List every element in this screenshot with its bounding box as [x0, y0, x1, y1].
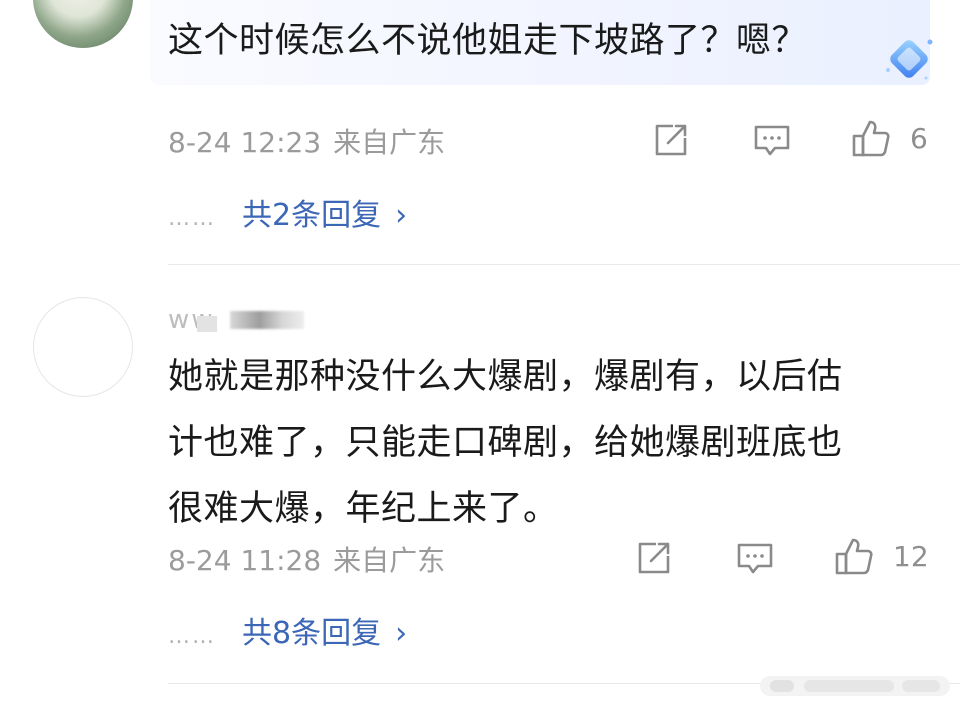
comment-icon[interactable] [752, 120, 792, 160]
thumbs-up-icon[interactable] [834, 536, 874, 576]
comment-meta: 8-24 12:23 来自广东 [168, 121, 445, 161]
share-icon[interactable] [634, 538, 674, 578]
ellipsis: …… [168, 206, 216, 231]
watermark [760, 676, 950, 696]
comment-location: 来自广东 [333, 544, 446, 577]
avatar[interactable] [33, 0, 133, 48]
comment-time: 8-24 11:28 [168, 544, 322, 577]
chevron-right-icon: › [395, 616, 408, 651]
comment-icon[interactable] [735, 538, 775, 578]
view-replies-link[interactable]: …… 共8条回复 › [168, 608, 407, 652]
replies-label: 共2条回复 [242, 198, 382, 233]
comment-text: 她就是那种没什么大爆剧，爆剧有，以后估 计也难了，只能走口碑剧，给她爆剧班底也 … [168, 357, 843, 529]
username-redaction [197, 316, 217, 332]
like-count: 12 [893, 540, 929, 573]
username-redaction [230, 311, 304, 329]
ellipsis: …… [168, 624, 216, 649]
avatar[interactable] [33, 297, 133, 397]
chevron-right-icon: › [395, 198, 408, 233]
like-count: 6 [910, 122, 928, 155]
view-replies-link[interactable]: …… 共2条回复 › [168, 190, 407, 234]
comment-location: 来自广东 [333, 126, 446, 159]
share-icon[interactable] [651, 120, 691, 160]
replies-label: 共8条回复 [242, 616, 382, 651]
diamond-badge-icon [886, 39, 933, 80]
comment-meta: 8-24 11:28 来自广东 [168, 539, 445, 579]
comment-text: 这个时候怎么不说他姐走下坡路了？嗯？ [168, 21, 808, 61]
divider [168, 264, 960, 265]
comment-time: 8-24 12:23 [168, 126, 322, 159]
thumbs-up-icon[interactable] [851, 118, 891, 158]
